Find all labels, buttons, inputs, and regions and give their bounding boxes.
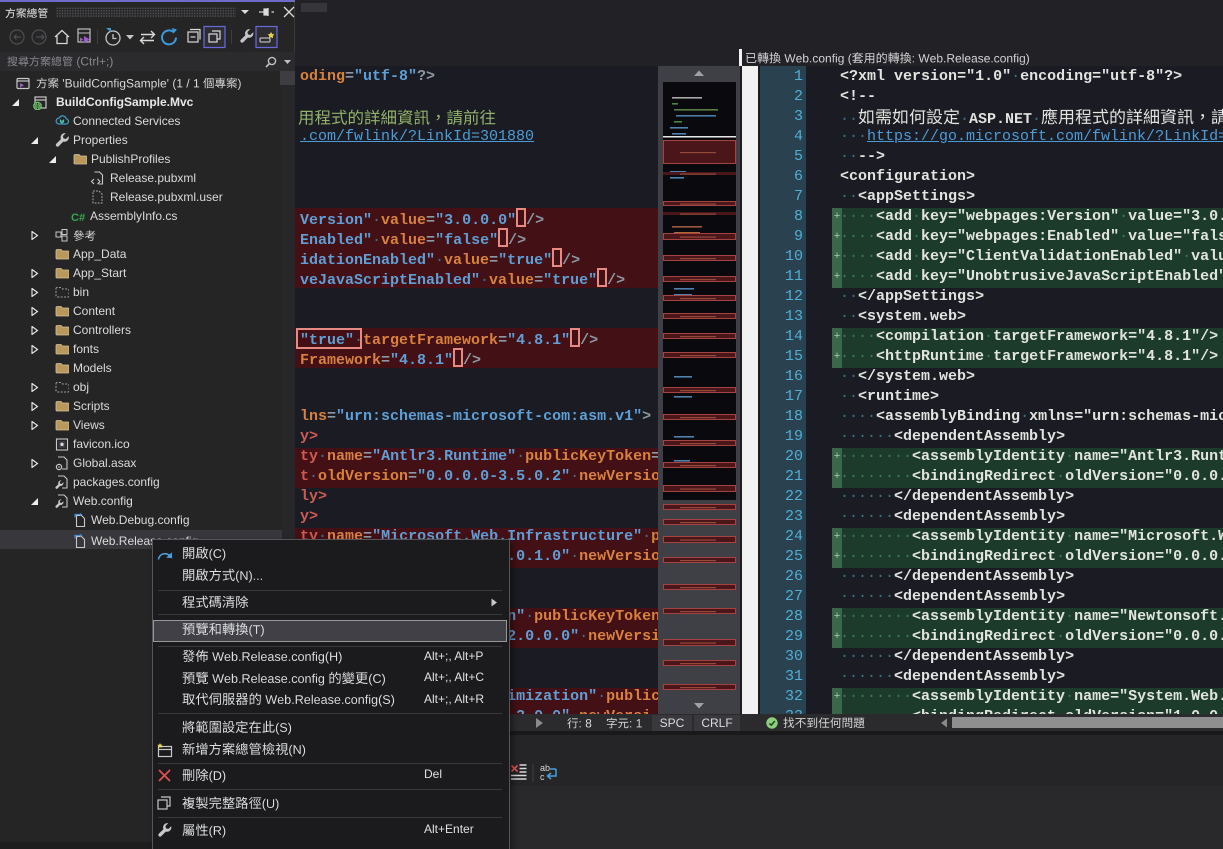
svg-text:C#: C#	[71, 212, 85, 224]
svg-text:c: c	[540, 772, 545, 782]
